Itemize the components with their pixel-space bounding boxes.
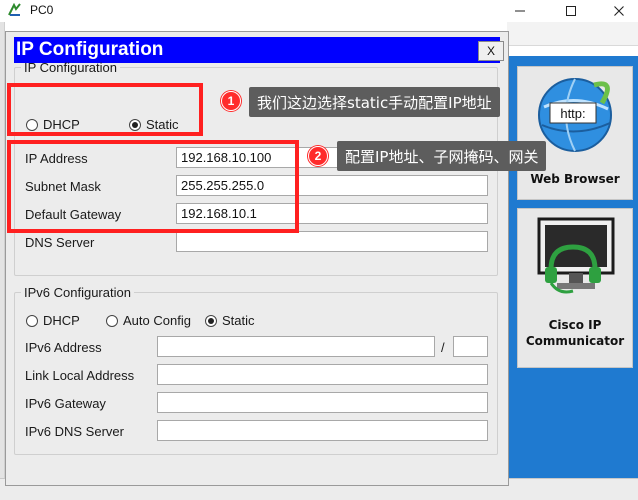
ipv6-prefix-input[interactable]: [453, 336, 488, 357]
maximize-icon: [566, 6, 576, 16]
annotation-box-ip-fields: [7, 140, 299, 233]
ipv6-legend: IPv6 Configuration: [24, 285, 131, 300]
cisco-ip-label-line1: Cisco IP: [548, 318, 602, 332]
prefix-separator: /: [441, 340, 445, 355]
ipv6-auto-config-label: Auto Config: [123, 313, 191, 328]
window-titlebar: PC0: [0, 0, 638, 22]
ipv6-gateway-label: IPv6 Gateway: [25, 396, 106, 411]
desktop-tab-strip: [507, 22, 638, 46]
web-browser-label: Web Browser: [530, 172, 620, 186]
ipv6-static-label: Static: [222, 313, 255, 328]
minimize-icon: [515, 10, 525, 12]
radio-unselected-icon: [26, 314, 38, 327]
dns-server-input[interactable]: [176, 231, 488, 252]
ipv6-dhcp-label: DHCP: [43, 313, 80, 328]
annotation-badge-2: 2: [308, 146, 328, 166]
dialog-title: IP Configuration: [16, 39, 164, 60]
ipv4-legend: IP Configuration: [24, 60, 117, 75]
link-local-address-label: Link Local Address: [25, 368, 135, 383]
annotation-callout-1: 我们这边选择static手动配置IP地址: [249, 87, 500, 117]
packet-tracer-app-icon: [8, 2, 22, 17]
radio-selected-icon: [205, 314, 217, 327]
http-icon-text: http:: [560, 106, 585, 121]
minimize-button[interactable]: [497, 0, 543, 22]
ipv6-gateway-input[interactable]: [157, 392, 488, 413]
ipv6-address-label: IPv6 Address: [25, 340, 102, 355]
ipv6-address-input[interactable]: [157, 336, 435, 357]
ipv6-static-radio[interactable]: Static: [205, 313, 255, 328]
maximize-button[interactable]: [548, 0, 594, 22]
annotation-callout-2: 配置IP地址、子网掩码、网关: [337, 141, 547, 171]
ipv6-dns-server-input[interactable]: [157, 420, 488, 441]
window-title: PC0: [30, 3, 54, 17]
cisco-ip-communicator-icon: [537, 217, 615, 294]
cisco-ip-label-line2: Communicator: [525, 334, 625, 348]
window-close-button[interactable]: [596, 0, 638, 22]
cisco-ip-communicator-app[interactable]: Cisco IP Communicator: [517, 208, 633, 368]
annotation-badge-1: 1: [221, 91, 241, 111]
ipv6-auto-config-radio[interactable]: Auto Config: [106, 313, 191, 328]
dialog-close-button[interactable]: X: [478, 41, 504, 61]
close-icon: [614, 6, 624, 16]
ipv6-dhcp-radio[interactable]: DHCP: [26, 313, 80, 328]
annotation-box-static-mode: [7, 83, 203, 136]
ipv6-dns-server-label: IPv6 DNS Server: [25, 424, 124, 439]
web-browser-app[interactable]: http: Web Browser: [517, 66, 633, 200]
dns-server-label: DNS Server: [25, 235, 95, 250]
radio-unselected-icon: [106, 314, 118, 327]
desktop-panel: http: Web Browser Cisco IP Communicator: [507, 56, 638, 488]
link-local-address-input[interactable]: [157, 364, 488, 385]
